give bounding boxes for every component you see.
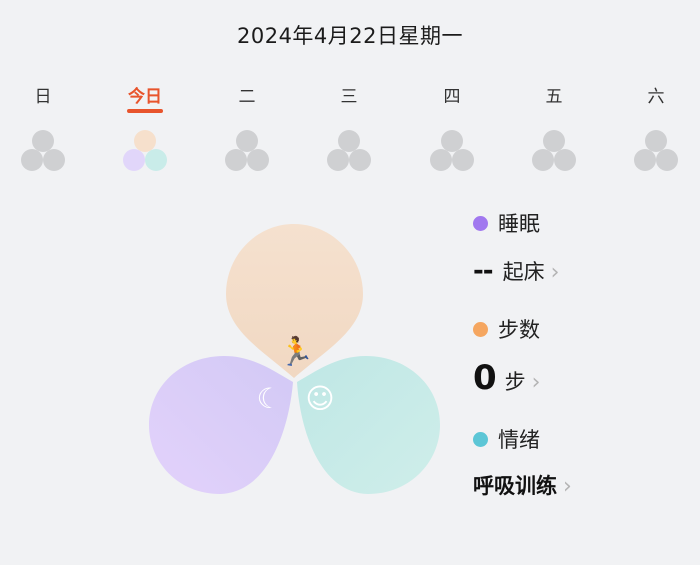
day-summary-icon-today[interactable] [122,130,168,172]
day-summary-icon-wed[interactable] [326,130,372,172]
mood-petal [297,356,440,494]
breathing-training-link[interactable]: 呼吸训练 [473,470,557,500]
active-day-indicator [127,109,163,113]
steps-value-row[interactable]: 0 步 › [473,358,540,398]
day-tab-sat[interactable]: 六 [626,82,686,107]
day-tab-thu[interactable]: 四 [422,82,482,107]
mood-label: 情绪 [498,428,540,452]
steps-label: 步数 [498,318,540,342]
sleep-dot [473,215,488,231]
sleep-moon-icon: ☾ [256,382,282,415]
week-selector: 日 今日 二 三 四 五 六 [0,82,700,113]
smile-face-icon: ☺ [305,382,335,415]
day-tab-sun[interactable]: 日 [13,82,73,107]
mood-legend: 情绪 [473,424,540,454]
mood-dot [473,431,488,447]
steps-value: 0 [473,358,497,398]
running-icon: 🏃 [279,335,314,368]
day-summary-icons [0,130,700,175]
day-summary-icon-fri[interactable] [531,130,577,172]
wake-label: 起床 [502,260,545,284]
chevron-right-icon: › [563,474,572,499]
sleep-label: 睡眠 [498,212,540,236]
steps-legend: 步数 [473,314,540,344]
day-tab-wed[interactable]: 三 [319,82,379,107]
sleep-value-row[interactable]: -- 起床 › [473,256,559,286]
sleep-petal [149,356,293,494]
health-flower-chart[interactable]: 🏃 ☾ ☺ [140,218,450,508]
steps-dot [473,321,488,337]
day-tab-today-label: 今日 [128,87,162,107]
day-summary-icon-sun[interactable] [20,130,66,172]
day-summary-icon-thu[interactable] [429,130,475,172]
day-tab-fri[interactable]: 五 [524,82,584,107]
breathing-training-row[interactable]: 呼吸训练 › [473,470,572,500]
day-summary-icon-sat[interactable] [633,130,679,172]
steps-unit: 步 [504,370,526,394]
chevron-right-icon: › [531,370,541,395]
chevron-right-icon: › [550,260,560,285]
sleep-value: -- [473,256,494,286]
date-header: 2024年4月22日星期一 [236,24,464,48]
day-tab-today[interactable]: 今日 [115,82,175,113]
day-tab-tue[interactable]: 二 [217,82,277,107]
day-summary-icon-tue[interactable] [224,130,270,172]
sleep-legend: 睡眠 [473,208,540,238]
